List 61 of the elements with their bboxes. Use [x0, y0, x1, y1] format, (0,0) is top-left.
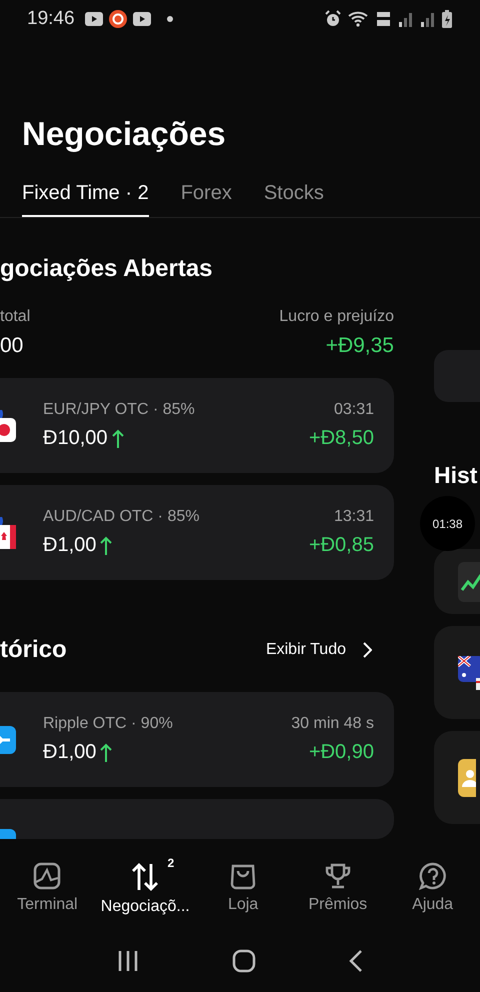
total-label: total	[0, 308, 30, 326]
notification-count: 2	[168, 856, 174, 870]
chart-icon	[33, 862, 62, 890]
trade-time: 13:31	[334, 508, 374, 526]
page-title: Negociações	[22, 114, 227, 154]
section-title: gociações Abertas	[0, 254, 214, 284]
profit-loss-label: Lucro e prejuízo	[279, 308, 394, 326]
arrows-up-down-icon	[130, 862, 160, 892]
tab[interactable]: Fixed Time · 2	[22, 178, 149, 217]
home-icon[interactable]	[232, 949, 256, 973]
section-title: tórico	[0, 636, 67, 664]
asset-name: AUD/CAD OTC · 85%	[43, 508, 200, 526]
trade-card[interactable]: Ripple OTC · 90% 30 min 48 s Đ1,00 +Đ0,90	[0, 692, 394, 787]
status-time: 19:46	[27, 8, 75, 30]
wifi-icon	[348, 10, 370, 28]
nav-item[interactable]: Ajuda	[385, 850, 480, 930]
arrow-up-icon	[112, 428, 124, 448]
nav-item[interactable]: Prêmios	[290, 850, 386, 930]
nav-item[interactable]: 2 Negociaçõ...	[94, 850, 196, 930]
help-icon	[418, 862, 447, 890]
trophy-icon	[324, 862, 352, 890]
asset-name: Ripple OTC · 90%	[43, 715, 173, 733]
section-title: Hist	[434, 462, 478, 489]
view-all-link[interactable]: Exibir Tudo	[266, 641, 372, 659]
trade-card[interactable]: AUD/CAD OTC · 85% 13:31 Đ1,00 +Đ0,85	[0, 485, 394, 580]
nav-item[interactable]: Loja	[196, 850, 290, 930]
timer-badge: 01:38	[420, 496, 475, 551]
tab[interactable]: Stocks	[264, 178, 324, 217]
nav-item[interactable]: Terminal	[0, 850, 95, 930]
trade-card[interactable]: EUR/JPY OTC · 85% 03:31 Đ10,00 +Đ8,50	[0, 378, 394, 473]
tab[interactable]: Forex	[180, 178, 232, 217]
people-icon	[458, 758, 476, 796]
flag-icon	[458, 656, 480, 690]
trade-profit: +Đ8,50	[308, 427, 374, 450]
dot-icon	[166, 16, 173, 22]
record-icon	[108, 10, 127, 28]
play-icon	[84, 12, 103, 26]
flag-icon	[0, 410, 16, 442]
profit-loss-value: +Đ9,35	[326, 334, 394, 358]
trade-time: 03:31	[334, 401, 374, 419]
flag-icon	[0, 516, 16, 548]
total-value: 00	[0, 334, 24, 358]
trade-profit: +Đ0,85	[308, 534, 374, 557]
asset-name: EUR/JPY OTC · 85%	[43, 401, 195, 419]
signal-icon	[420, 11, 436, 27]
arrow-up-icon	[100, 742, 112, 762]
chart-icon	[458, 562, 480, 602]
trade-time: 30 min 48 s	[291, 715, 374, 733]
chevron-right-icon	[362, 642, 372, 658]
bag-icon	[229, 862, 258, 890]
arrow-up-icon	[100, 536, 112, 556]
trade-profit: +Đ0,90	[308, 741, 374, 764]
back-icon[interactable]	[349, 950, 364, 972]
signal-icon	[398, 11, 414, 27]
battery-icon	[442, 10, 452, 28]
trade-amount: Đ1,00	[43, 741, 96, 764]
recent-apps-icon[interactable]	[116, 950, 139, 972]
trade-amount: Đ10,00	[43, 427, 108, 450]
trade-amount: Đ1,00	[43, 534, 96, 557]
play-icon	[132, 12, 151, 26]
alarm-icon	[324, 10, 342, 28]
